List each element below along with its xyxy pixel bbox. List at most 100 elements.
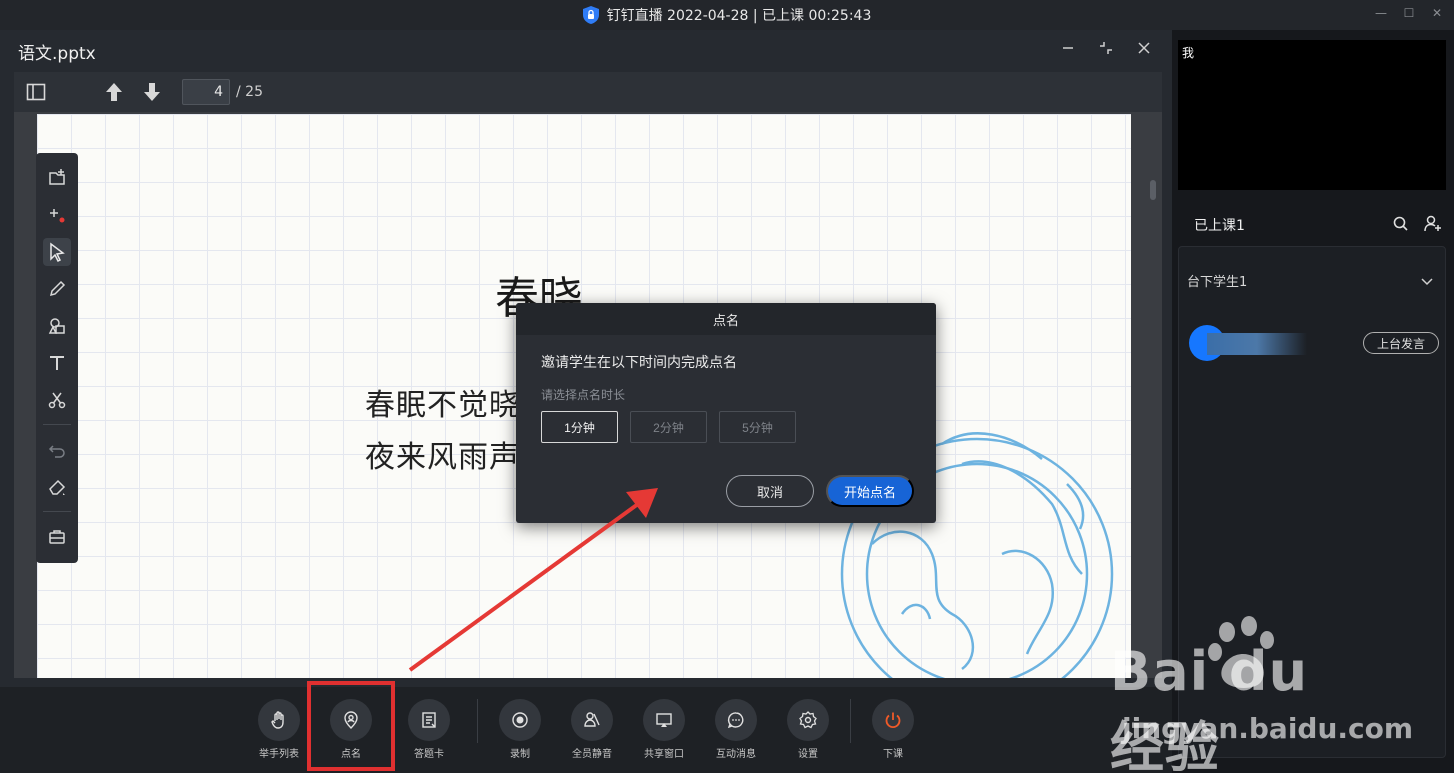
toolbox-icon <box>49 529 65 544</box>
list-item: 上台发言 <box>1189 325 1439 361</box>
watermark-brand: Bai du 经验 <box>1110 640 1309 773</box>
duration-2min-option[interactable]: 2分钟 <box>630 411 707 443</box>
sidebar-toggle-icon[interactable] <box>24 80 48 104</box>
poem-line-1: 春眠不觉晓 <box>365 388 520 423</box>
pen-icon <box>49 280 66 296</box>
window-title: 钉钉直播 2022-04-28 | 已上课 00:25:43 <box>606 8 872 24</box>
document-toolbar: / 25 <box>14 72 1162 112</box>
add-page-icon <box>49 168 65 185</box>
page-number-input[interactable] <box>182 79 230 105</box>
cancel-button[interactable]: 取消 <box>726 475 814 507</box>
minimize-icon[interactable] <box>1060 40 1076 56</box>
window-controls: — ☐ ✕ <box>1374 6 1444 20</box>
power-icon <box>885 712 901 729</box>
record-button[interactable]: 录制 <box>490 699 550 760</box>
minimize-icon[interactable]: — <box>1374 6 1388 20</box>
end-class-label: 下课 <box>883 749 903 760</box>
search-icon[interactable] <box>1392 215 1410 233</box>
document-header: 语文.pptx <box>0 30 1172 72</box>
settings-label: 设置 <box>798 749 818 760</box>
tool-separator <box>43 511 71 512</box>
tool-undo[interactable] <box>36 431 78 468</box>
record-icon <box>512 712 528 728</box>
duration-5min-option[interactable]: 5分钟 <box>719 411 796 443</box>
interactive-messages-button[interactable]: 互动消息 <box>706 699 766 760</box>
class-title: 已上课1 <box>1194 218 1245 234</box>
share-window-icon <box>656 713 672 727</box>
mute-all-label: 全员静音 <box>572 749 612 760</box>
add-user-icon[interactable] <box>1424 215 1442 233</box>
answer-card-button[interactable]: 答题卡 <box>399 699 459 760</box>
share-window-label: 共享窗口 <box>644 749 684 760</box>
invite-speak-button[interactable]: 上台发言 <box>1363 332 1439 354</box>
class-header: 已上课1 <box>1172 205 1454 245</box>
tool-insert-page[interactable] <box>36 159 78 196</box>
scissors-icon <box>48 392 66 408</box>
dingtalk-live-window: 钉钉直播 2022-04-28 | 已上课 00:25:43 — ☐ ✕ 语文.… <box>0 0 1454 773</box>
vertical-scrollbar[interactable] <box>1150 180 1156 200</box>
shield-lock-icon <box>582 6 599 24</box>
eraser-icon <box>49 479 66 495</box>
tool-shapes[interactable] <box>36 307 78 344</box>
end-class-button[interactable]: 下课 <box>863 699 923 760</box>
tool-text[interactable] <box>36 344 78 381</box>
tool-scissors[interactable] <box>36 381 78 418</box>
dialog-title: 点名 <box>516 303 936 335</box>
text-icon <box>50 355 64 370</box>
share-window-button[interactable]: 共享窗口 <box>634 699 694 760</box>
title-bar: 钉钉直播 2022-04-28 | 已上课 00:25:43 — ☐ ✕ <box>0 0 1454 30</box>
close-icon[interactable] <box>1136 40 1152 56</box>
duration-hint: 请选择点名时长 <box>541 388 626 402</box>
annotation-arrow <box>408 488 658 672</box>
raise-hand-list-button[interactable]: 举手列表 <box>249 699 309 760</box>
class-header-actions <box>1392 215 1442 233</box>
baidu-watermark: Bai du 经验 jingyan.baidu.com <box>1110 612 1413 773</box>
answer-card-label: 答题卡 <box>414 749 444 760</box>
tool-select[interactable] <box>36 233 78 270</box>
tool-separator <box>43 424 71 425</box>
mute-all-button[interactable]: 全员静音 <box>562 699 622 760</box>
toolbar-separator <box>477 699 478 743</box>
tool-eraser[interactable] <box>36 468 78 505</box>
close-icon[interactable]: ✕ <box>1430 6 1444 20</box>
self-video-label: 我 <box>1182 46 1195 60</box>
duration-1min-option[interactable]: 1分钟 <box>541 411 618 443</box>
record-label: 录制 <box>510 749 530 760</box>
shapes-icon <box>48 317 65 334</box>
answer-card-icon <box>422 712 436 728</box>
settings-button[interactable]: 设置 <box>778 699 838 760</box>
exit-fullscreen-icon[interactable] <box>1098 40 1114 56</box>
page-total: / 25 <box>236 84 263 100</box>
tool-laser-pointer[interactable] <box>36 196 78 233</box>
cursor-arrow-icon <box>50 242 65 262</box>
toolbar-separator <box>850 699 851 743</box>
start-roll-call-button[interactable]: 开始点名 <box>826 475 914 507</box>
drawing-toolbar <box>36 153 78 563</box>
self-video: 我 <box>1178 40 1446 190</box>
chevron-down-icon[interactable] <box>1419 273 1435 289</box>
document-title: 语文.pptx <box>18 43 96 64</box>
maximize-icon[interactable]: ☐ <box>1402 6 1416 20</box>
bottom-toolbar: 举手列表 点名 答题卡 录制 全员静音 共享窗口 互动消息 设置 下课 <box>0 687 1172 773</box>
mute-all-icon <box>584 712 600 727</box>
poem-line-2: 夜来风雨声 <box>365 440 520 475</box>
document-window-controls <box>1060 40 1152 56</box>
student-section-title: 台下学生1 <box>1187 274 1248 290</box>
raise-hand-icon <box>271 711 284 729</box>
title-center: 钉钉直播 2022-04-28 | 已上课 00:25:43 <box>582 5 872 25</box>
roll-call-highlight-box <box>307 681 395 771</box>
laser-pointer-icon <box>50 208 65 222</box>
watermark-url: jingyan.baidu.com <box>1122 712 1414 745</box>
tool-pen[interactable] <box>36 270 78 307</box>
dialog-description: 邀请学生在以下时间内完成点名 <box>541 355 737 371</box>
raise-hand-list-label: 举手列表 <box>259 749 299 760</box>
message-icon <box>727 712 744 729</box>
gear-icon <box>799 711 817 729</box>
student-section-header[interactable]: 台下学生1 <box>1179 265 1445 295</box>
next-page-icon[interactable] <box>140 80 164 104</box>
student-name-blurred <box>1207 333 1307 355</box>
undo-icon <box>48 444 65 458</box>
prev-page-icon[interactable] <box>102 80 126 104</box>
interactive-messages-label: 互动消息 <box>716 749 756 760</box>
tool-toolbox[interactable] <box>36 518 78 555</box>
